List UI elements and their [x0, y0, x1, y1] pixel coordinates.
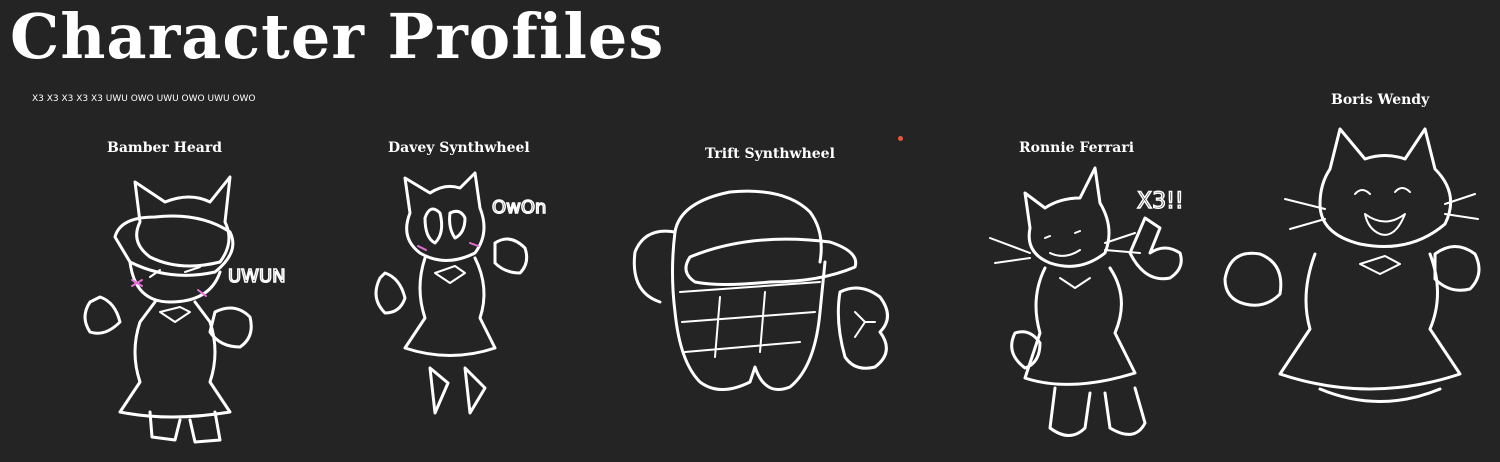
caption-text: OwOn	[492, 197, 546, 218]
profile-name: Ronnie Ferrari	[1019, 140, 1135, 156]
profile-card-davey-synthwheel: Davey Synthwheel OwOn	[370, 140, 560, 450]
profile-card-boris-wendy: Boris Wendy	[1220, 92, 1490, 432]
page-subtitle: X3 X3 X3 X3 X3 UWU OWO UWU OWO UWU OWO	[32, 94, 256, 104]
character-sketch-cat: OwOn	[374, 171, 547, 415]
profile-name: Davey Synthwheel	[388, 140, 530, 156]
caption-text: X3!!	[1137, 189, 1184, 214]
profile-card-bamber-heard: Bamber Heard UWUN	[60, 140, 286, 450]
profile-name: Trift Synthwheel	[705, 146, 835, 162]
accent-dot	[898, 136, 903, 141]
profile-card-ronnie-ferrari: Ronnie Ferrari X3!!	[985, 140, 1215, 450]
character-sketch-cat	[1223, 127, 1481, 403]
character-sketch-cat: UWUN	[83, 175, 286, 444]
profile-card-trift-synthwheel: Trift Synthwheel	[620, 146, 910, 446]
page-title: Character Profiles	[10, 0, 665, 73]
caption-text: UWUN	[228, 266, 286, 287]
character-sketch-crewmate	[632, 189, 889, 391]
profile-name: Boris Wendy	[1331, 92, 1430, 108]
character-sketch-cat: X3!!	[989, 166, 1184, 437]
profile-name: Bamber Heard	[107, 140, 223, 156]
